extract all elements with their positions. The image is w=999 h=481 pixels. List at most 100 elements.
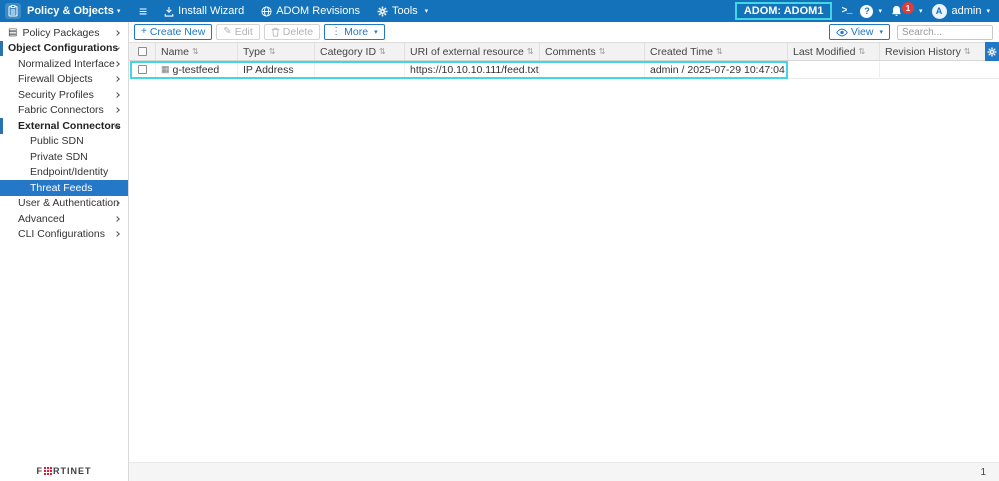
sort-icon: ⇅ (526, 47, 534, 56)
column-label: Created Time (650, 45, 714, 58)
view-label: View (850, 26, 874, 38)
sidebar-item-user-authentication[interactable]: User & Authentication (0, 196, 128, 212)
sidebar: ▤ Policy Packages Object Configurations … (0, 22, 129, 481)
hamburger-menu-icon[interactable]: ≡ (139, 3, 147, 19)
table-row[interactable]: ▦ g-testfeed IP Address https://10.10.10… (129, 61, 999, 79)
edit-button[interactable]: ✎ Edit (216, 24, 260, 40)
more-dots-icon: ⋮ (331, 26, 342, 37)
column-header-revision-history[interactable]: Revision History ⇅ (880, 43, 999, 60)
adom-indicator[interactable]: ADOM: ADOM1 (734, 2, 833, 20)
sort-icon: ⇅ (379, 47, 386, 56)
sidebar-item-cli-configurations[interactable]: CLI Configurations (0, 227, 128, 243)
help-icon: ? (860, 4, 874, 18)
cell-revision-history (880, 61, 999, 78)
column-header-created-time[interactable]: Created Time ⇅ (645, 43, 788, 60)
cli-console-icon[interactable]: >_ (841, 6, 852, 17)
column-label: Last Modified (793, 45, 856, 58)
chevron-right-icon (114, 231, 120, 238)
delete-button[interactable]: Delete (263, 24, 321, 40)
toolbar-right: View ▾ (828, 24, 993, 40)
chevron-down-icon: ▾ (986, 7, 990, 15)
plus-icon: + (141, 26, 147, 37)
column-label: Revision History (885, 45, 961, 58)
sidebar-item-label: Public SDN (30, 135, 84, 148)
sidebar-item-label: Endpoint/Identity (30, 166, 109, 179)
chevron-down-icon: ▾ (424, 7, 429, 15)
chevron-right-icon (114, 76, 120, 83)
trash-icon (271, 27, 280, 37)
sort-icon: ⇅ (598, 47, 606, 56)
more-button[interactable]: ⋮ More ▾ (324, 24, 385, 40)
help-menu-button[interactable]: ? ▾ (860, 4, 882, 18)
sidebar-item-label: Object Configurations (8, 42, 119, 55)
search-input[interactable] (897, 24, 993, 40)
clipboard-icon (5, 3, 21, 19)
sidebar-item-fabric-connectors[interactable]: Fabric Connectors (0, 103, 128, 119)
column-label: Category ID (320, 45, 377, 58)
sidebar-item-policy-packages[interactable]: ▤ Policy Packages (0, 25, 128, 41)
brand-suffix: RTINET (53, 465, 92, 476)
tools-label: Tools (391, 5, 418, 17)
more-label: More (344, 26, 369, 38)
sort-icon: ⇅ (858, 47, 866, 56)
sidebar-item-label: CLI Configurations (18, 228, 105, 241)
fortinet-grid-icon (44, 466, 52, 475)
row-checkbox[interactable] (137, 65, 147, 74)
page-number[interactable]: 1 (980, 467, 986, 478)
user-menu-button[interactable]: A admin ▾ (931, 3, 990, 19)
column-settings-button[interactable] (985, 42, 999, 62)
sort-icon: ⇅ (268, 47, 276, 56)
column-header-name[interactable]: Name ⇅ (156, 43, 238, 60)
sidebar-item-external-connectors[interactable]: External Connectors (0, 118, 128, 134)
toolbar: + Create New ✎ Edit Delete ⋮ More ▾ View… (129, 22, 999, 42)
sidebar-item-private-sdn[interactable]: Private SDN (0, 149, 128, 165)
sidebar-item-object-configurations[interactable]: Object Configurations (0, 40, 128, 56)
sort-icon: ⇅ (192, 47, 199, 56)
cell-type: IP Address (238, 61, 315, 78)
sidebar-item-label: Firewall Objects (18, 73, 93, 86)
edit-label: Edit (234, 26, 253, 38)
edit-pencil-icon: ✎ (223, 26, 232, 37)
notifications-button[interactable]: 1 ▾ (891, 2, 923, 17)
sidebar-item-label: Threat Feeds (30, 181, 93, 194)
column-header-comments[interactable]: Comments ⇅ (540, 43, 645, 60)
column-header-uri[interactable]: URI of external resource ⇅ (405, 43, 540, 60)
chevron-down-icon: ▾ (878, 7, 882, 15)
chevron-down-icon: ▾ (374, 28, 378, 36)
app-switcher[interactable]: Policy & Objects ▾ (0, 3, 129, 19)
column-header-type[interactable]: Type ⇅ (238, 43, 315, 60)
download-icon (164, 6, 174, 17)
sidebar-item-label: External Connectors (18, 119, 121, 132)
sidebar-item-public-sdn[interactable]: Public SDN (0, 134, 128, 150)
cell-name: ▦ g-testfeed (156, 61, 238, 78)
sidebar-item-endpoint-identity[interactable]: Endpoint/Identity (0, 165, 128, 181)
column-header-category-id[interactable]: Category ID ⇅ (315, 43, 405, 60)
sidebar-item-label: Private SDN (30, 150, 88, 163)
sidebar-item-security-profiles[interactable]: Security Profiles (0, 87, 128, 103)
column-header-last-modified[interactable]: Last Modified ⇅ (788, 43, 880, 60)
chevron-right-icon (114, 60, 120, 67)
create-new-button[interactable]: + Create New (134, 24, 213, 40)
gear-icon (987, 47, 997, 57)
sidebar-item-label: Normalized Interface (18, 57, 115, 70)
sidebar-item-firewall-objects[interactable]: Firewall Objects (0, 72, 128, 88)
adom-revisions-button[interactable]: ADOM Revisions (261, 5, 360, 17)
select-all-checkbox[interactable] (137, 47, 147, 56)
bell-icon (892, 5, 901, 17)
sidebar-footer: F RTINET (0, 460, 128, 481)
view-button[interactable]: View ▾ (828, 24, 890, 40)
install-wizard-button[interactable]: Install Wizard (164, 5, 244, 17)
table-header: Name ⇅ Type ⇅ Category ID ⇅ URI of exter… (129, 42, 999, 61)
tools-menu-button[interactable]: Tools ▾ (377, 5, 428, 17)
top-bar: Policy & Objects ▾ ≡ Install Wizard ADOM… (0, 0, 999, 22)
sidebar-item-threat-feeds[interactable]: Threat Feeds (0, 180, 128, 196)
install-wizard-label: Install Wizard (178, 5, 245, 17)
sort-icon: ⇅ (963, 47, 971, 56)
package-icon: ▤ (8, 27, 18, 39)
select-all-cell (129, 43, 156, 60)
chevron-right-icon (114, 107, 120, 114)
sidebar-item-normalized-interface[interactable]: Normalized Interface (0, 56, 128, 72)
fortinet-logo: F RTINET (37, 466, 92, 476)
sidebar-item-advanced[interactable]: Advanced (0, 211, 128, 227)
sidebar-item-label: User & Authentication (18, 197, 119, 210)
